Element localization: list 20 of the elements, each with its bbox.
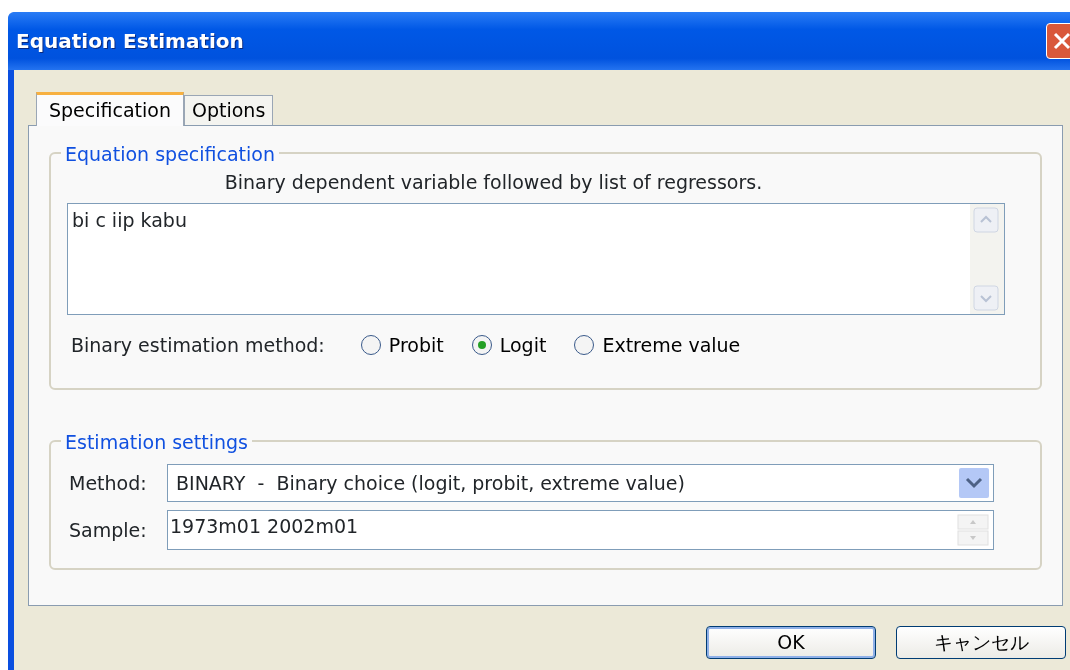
instruction-text: Binary dependent variable followed by list of regressors. bbox=[224, 171, 763, 193]
equation-field[interactable]: bi c iip kabu bbox=[67, 202, 1005, 315]
sample-field[interactable]: 1973m01 2002m01 bbox=[167, 510, 994, 550]
tab[interactable]: Specification bbox=[36, 92, 184, 126]
radio-icon[interactable] bbox=[360, 334, 381, 355]
sample-label: Sample: bbox=[69, 517, 147, 543]
close-icon bbox=[1052, 31, 1070, 51]
method-label: Binary estimation method: bbox=[71, 332, 325, 358]
ok-button[interactable]: OK bbox=[706, 626, 876, 659]
radio-icon[interactable] bbox=[574, 334, 595, 355]
radio-option[interactable]: Extreme value bbox=[574, 330, 741, 359]
radio-icon[interactable] bbox=[471, 334, 492, 355]
tab[interactable]: Options bbox=[184, 95, 274, 125]
cancel-button[interactable]: キャンセル bbox=[896, 626, 1066, 659]
method-label: Method: bbox=[69, 470, 147, 496]
radio-option[interactable]: Probit bbox=[360, 330, 444, 359]
radio-option[interactable]: Logit bbox=[471, 330, 547, 359]
close-button[interactable] bbox=[1046, 23, 1070, 59]
method-dropdown[interactable]: BINARY - Binary choice (logit, probit, extreme value) bbox=[167, 464, 994, 502]
window-title: Equation Estimation bbox=[16, 28, 244, 55]
